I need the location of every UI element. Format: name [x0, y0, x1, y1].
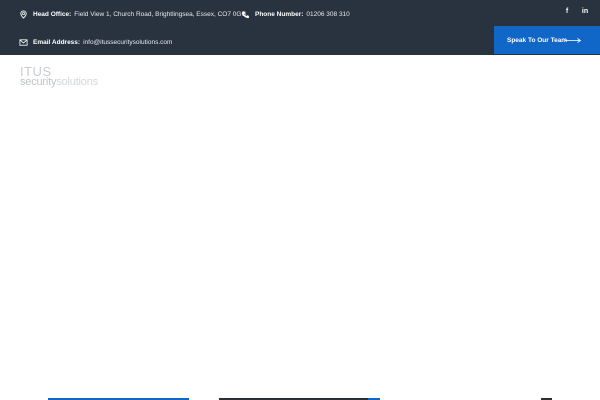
- email-info[interactable]: Email Address: info@itussecuritysolution…: [19, 38, 172, 47]
- top-bar-row-1: Head Office: Field View 1, Church Road, …: [0, 0, 600, 28]
- email-value[interactable]: info@itussecuritysolutions.com: [83, 39, 172, 46]
- speak-to-team-label: Speak To Our Team: [507, 36, 568, 44]
- logo-line-2: securitysolutions: [20, 77, 98, 88]
- head-office-info: Head Office: Field View 1, Church Road, …: [19, 10, 247, 19]
- logo-solutions-text: solutions: [56, 76, 98, 88]
- email-label: Email Address:: [33, 39, 81, 46]
- arrow-right-icon: [565, 38, 581, 43]
- phone-value[interactable]: 01206 308 310: [306, 11, 349, 18]
- site-logo[interactable]: ITUS securitysolutions: [20, 65, 98, 88]
- linkedin-icon[interactable]: in: [580, 8, 590, 15]
- speak-to-team-button[interactable]: Speak To Our Team: [494, 26, 600, 54]
- logo-security-text: security: [20, 76, 57, 88]
- head-office-value: Field View 1, Church Road, Brightlingsea…: [74, 11, 247, 18]
- phone-icon: [241, 10, 250, 19]
- head-office-label: Head Office:: [33, 11, 72, 18]
- facebook-icon[interactable]: f: [562, 8, 572, 15]
- map-pin-icon: [19, 10, 28, 19]
- phone-label: Phone Number:: [255, 11, 304, 18]
- top-bar: Head Office: Field View 1, Church Road, …: [0, 0, 600, 55]
- envelope-icon: [19, 38, 28, 47]
- phone-info[interactable]: Phone Number: 01206 308 310: [241, 10, 350, 19]
